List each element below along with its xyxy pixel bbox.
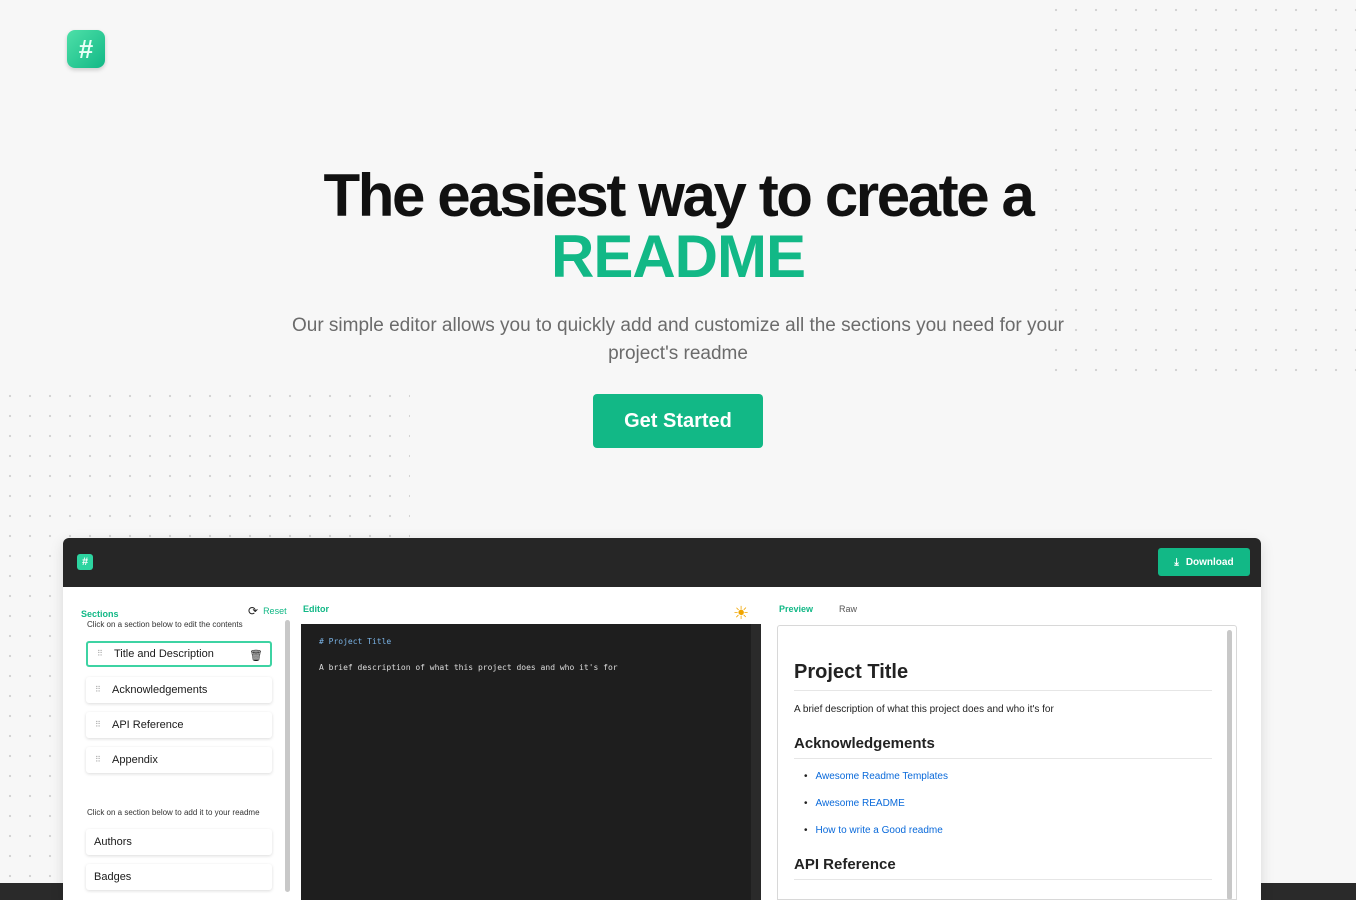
section-label: Acknowledgements (112, 684, 208, 696)
download-button[interactable]: ⤓ Download (1158, 548, 1250, 576)
section-card-badges[interactable]: Badges (86, 864, 272, 890)
hero-title-highlight: README (550, 223, 806, 290)
section-label: Authors (94, 836, 132, 848)
add-hint: Click on a section below to add it to yo… (87, 808, 260, 817)
tab-raw[interactable]: Raw (839, 604, 857, 614)
readme-preview: Project Title A brief description of wha… (777, 625, 1237, 900)
editor-scrollbar[interactable] (751, 624, 761, 900)
preview-heading-acknowledgements: Acknowledgements (794, 735, 1212, 759)
section-label: Title and Description (114, 648, 214, 660)
preview-scrollbar[interactable] (1227, 630, 1232, 899)
preview-heading-api: API Reference (794, 856, 1212, 880)
get-started-button[interactable]: Get Started (593, 394, 763, 448)
reset-icon: ⟳ (248, 604, 259, 618)
reset-label: Reset (263, 606, 287, 616)
logo-icon[interactable]: # (67, 30, 105, 68)
download-label: Download (1185, 556, 1234, 568)
app-logo-icon: # (77, 554, 93, 570)
preview-tabs: Preview Raw (779, 604, 857, 614)
drag-handle-icon[interactable]: ⠿ (95, 686, 105, 694)
preview-link[interactable]: Awesome Readme Templates (794, 771, 1220, 798)
preview-heading: Project Title (794, 661, 1212, 691)
hero-subtitle: Our simple editor allows you to quickly … (291, 315, 1064, 364)
editor-label: Editor (303, 604, 329, 614)
section-label: Appendix (112, 754, 158, 766)
preview-link[interactable]: Awesome README (794, 798, 1220, 825)
preview-description: A brief description of what this project… (794, 704, 1054, 715)
app-preview-window: # ⤓ Download Sections ⟳ Reset Click on a… (63, 538, 1261, 900)
app-topbar: # ⤓ Download (63, 538, 1261, 587)
download-icon: ⤓ (1174, 556, 1179, 568)
edit-hint: Click on a section below to edit the con… (87, 620, 243, 629)
drag-handle-icon[interactable]: ⠿ (95, 756, 105, 764)
drag-handle-icon[interactable]: ⠿ (97, 650, 107, 658)
reset-button[interactable]: ⟳ Reset (248, 604, 287, 618)
hero-title: The easiest way to create a (323, 162, 1035, 229)
section-card-authors[interactable]: Authors (86, 829, 272, 855)
section-label: API Reference (112, 719, 184, 731)
section-card-api-reference[interactable]: ⠿ API Reference (86, 712, 272, 738)
editor-line: # Project Title (319, 637, 392, 646)
editor-line: A brief description of what this project… (319, 663, 618, 672)
preview-link[interactable]: How to write a Good readme (794, 825, 1220, 852)
section-label: Badges (94, 871, 132, 883)
drag-handle-icon[interactable]: ⠿ (95, 721, 105, 729)
section-card-title-description[interactable]: ⠿ Title and Description 🗑 (86, 641, 272, 667)
trash-icon[interactable]: 🗑 (249, 649, 263, 662)
sun-icon[interactable]: ☀ (733, 604, 749, 622)
sections-scrollbar[interactable] (285, 620, 290, 892)
markdown-editor[interactable]: # Project Title A brief description of w… (301, 624, 761, 900)
tab-preview[interactable]: Preview (779, 604, 813, 614)
section-card-acknowledgements[interactable]: ⠿ Acknowledgements (86, 677, 272, 703)
hero: The easiest way to create a README Our s… (0, 166, 1356, 448)
preview-link-list: Awesome Readme Templates Awesome README … (794, 771, 1220, 852)
section-card-appendix[interactable]: ⠿ Appendix (86, 747, 272, 773)
